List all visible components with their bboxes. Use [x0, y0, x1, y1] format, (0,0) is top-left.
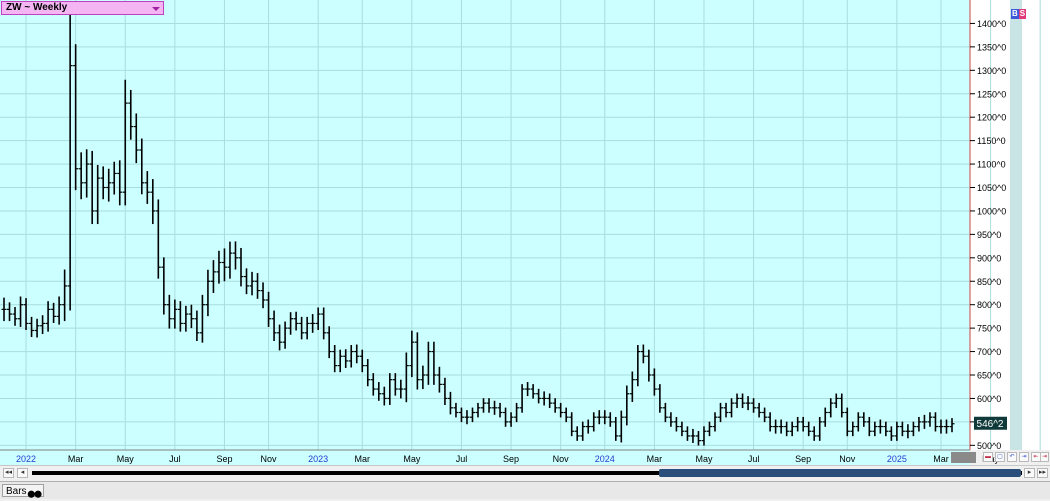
time-axis-background [0, 450, 970, 465]
x-tick-label: May [695, 454, 713, 464]
y-tick-label: 700^0 [977, 347, 1001, 357]
y-tick-label: 500^0 [977, 441, 1001, 451]
y-tick-label: 1200^0 [977, 113, 1006, 123]
x-tick-label: 2025 [887, 454, 907, 464]
y-tick-label: 1350^0 [977, 42, 1006, 52]
x-tick-label: Sep [216, 454, 232, 464]
y-tick-label: 900^0 [977, 253, 1001, 263]
plot-background [0, 0, 970, 450]
x-tick-label: Jul [169, 454, 181, 464]
x-tick-label: Mar [647, 454, 663, 464]
x-tick-label: Jul [748, 454, 760, 464]
scroll-far-right-button[interactable]: ▸▸ [1037, 468, 1048, 478]
bars-tab-label: Bars [6, 486, 27, 497]
tool-button-6[interactable]: ⇥ [1040, 452, 1049, 462]
tool-button-1[interactable]: ▬ [983, 452, 993, 462]
y-tick-label: 1000^0 [977, 206, 1006, 216]
dropdown-caret-icon [152, 7, 160, 11]
last-price-marker: 546^2 [974, 416, 1007, 430]
y-tick-label: 1150^0 [977, 136, 1006, 146]
tool-button-3[interactable]: ↶ [1007, 452, 1017, 462]
x-tick-label: 2022 [16, 454, 36, 464]
x-tick-label: Sep [795, 454, 811, 464]
y-tick-label: 950^0 [977, 230, 1001, 240]
y-tick-label: 1100^0 [977, 160, 1006, 170]
axis-strip [1010, 0, 1022, 450]
y-tick-label: 1250^0 [977, 89, 1006, 99]
chart-frame: 500^0550^0600^0650^0700^0750^0800^0850^0… [0, 0, 1050, 499]
y-tick-label: 750^0 [977, 324, 1001, 334]
bottom-toolbar: Bars ⬤⬤ [0, 481, 1050, 499]
x-tick-label: Mar [355, 454, 371, 464]
y-tick-label: 1300^0 [977, 66, 1006, 76]
tool-button-2[interactable]: ▢ [995, 452, 1005, 462]
scroll-right-button[interactable]: ▸ [1024, 468, 1035, 478]
sell-icon: S [1018, 9, 1027, 19]
x-tick-label: Nov [261, 454, 278, 464]
buy-icon: B [1011, 9, 1019, 19]
x-tick-label: Jul [456, 454, 468, 464]
symbol-label: ZW ~ Weekly [6, 2, 68, 13]
x-tick-label: Sep [503, 454, 519, 464]
x-tick-label: May [403, 454, 421, 464]
x-tick-label: 2023 [308, 454, 328, 464]
x-tick-label: Nov [839, 454, 856, 464]
y-tick-label: 650^0 [977, 371, 1001, 381]
x-tick-label: Nov [553, 454, 570, 464]
scroll-far-left-button[interactable]: ◂◂ [3, 468, 14, 478]
x-tick-label: Mar [933, 454, 949, 464]
tool-button-4[interactable]: ⇥ [1019, 452, 1029, 462]
x-tick-label: May [117, 454, 135, 464]
x-tick-label: Mar [68, 454, 84, 464]
y-tick-label: 850^0 [977, 277, 1001, 287]
last-price-label: 546^2 [977, 419, 1004, 430]
y-tick-label: 600^0 [977, 394, 1001, 404]
price-chart[interactable]: 500^0550^0600^0650^0700^0750^0800^0850^0… [0, 0, 1050, 499]
scrollbar-thumb[interactable] [659, 469, 1021, 477]
y-tick-label: 800^0 [977, 300, 1001, 310]
bars-tab[interactable]: Bars ⬤⬤ [2, 484, 44, 498]
scroll-left-button[interactable]: ◂ [17, 468, 28, 478]
buy-sell-badge[interactable]: B S [1011, 9, 1027, 19]
y-tick-label: 1400^0 [977, 19, 1006, 29]
y-tick-label: 1050^0 [977, 183, 1006, 193]
scrollbar-row: ◂◂ ◂ ▸ ▸▸ [0, 465, 1050, 480]
x-tick-label: 2024 [595, 454, 615, 464]
link-icon: ⬤⬤ [27, 491, 42, 498]
axis-corner-block [951, 452, 976, 463]
symbol-selector[interactable]: ZW ~ Weekly [1, 1, 164, 15]
